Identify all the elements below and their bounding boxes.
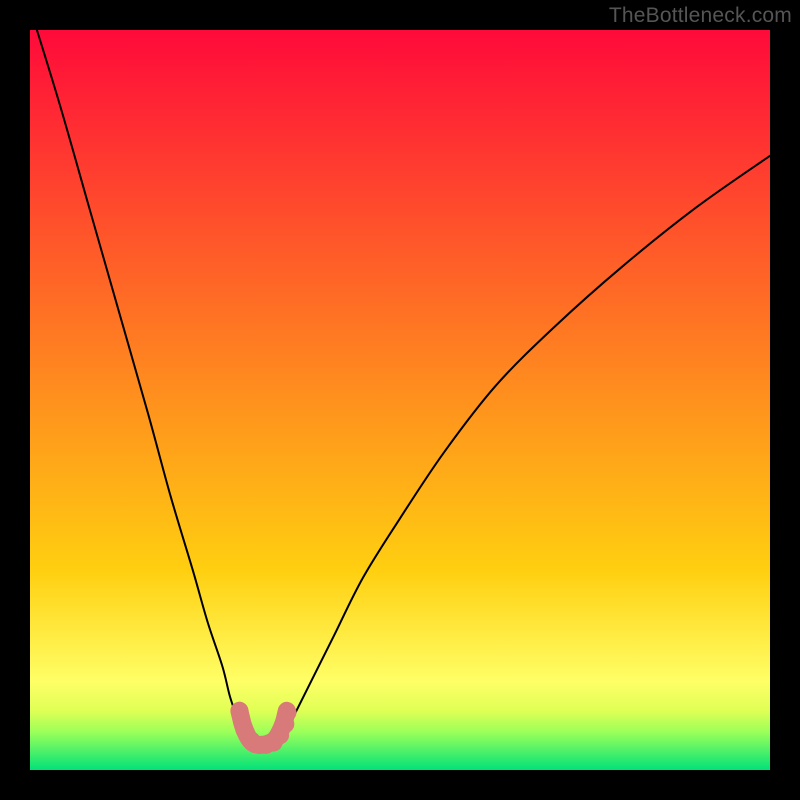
plot-area (30, 30, 770, 770)
watermark-text: TheBottleneck.com (609, 4, 792, 28)
chart-frame: TheBottleneck.com (0, 0, 800, 800)
chart-svg (30, 30, 770, 770)
cup-dot (230, 702, 248, 720)
cup-dot (279, 703, 297, 721)
gradient-background (30, 30, 770, 770)
